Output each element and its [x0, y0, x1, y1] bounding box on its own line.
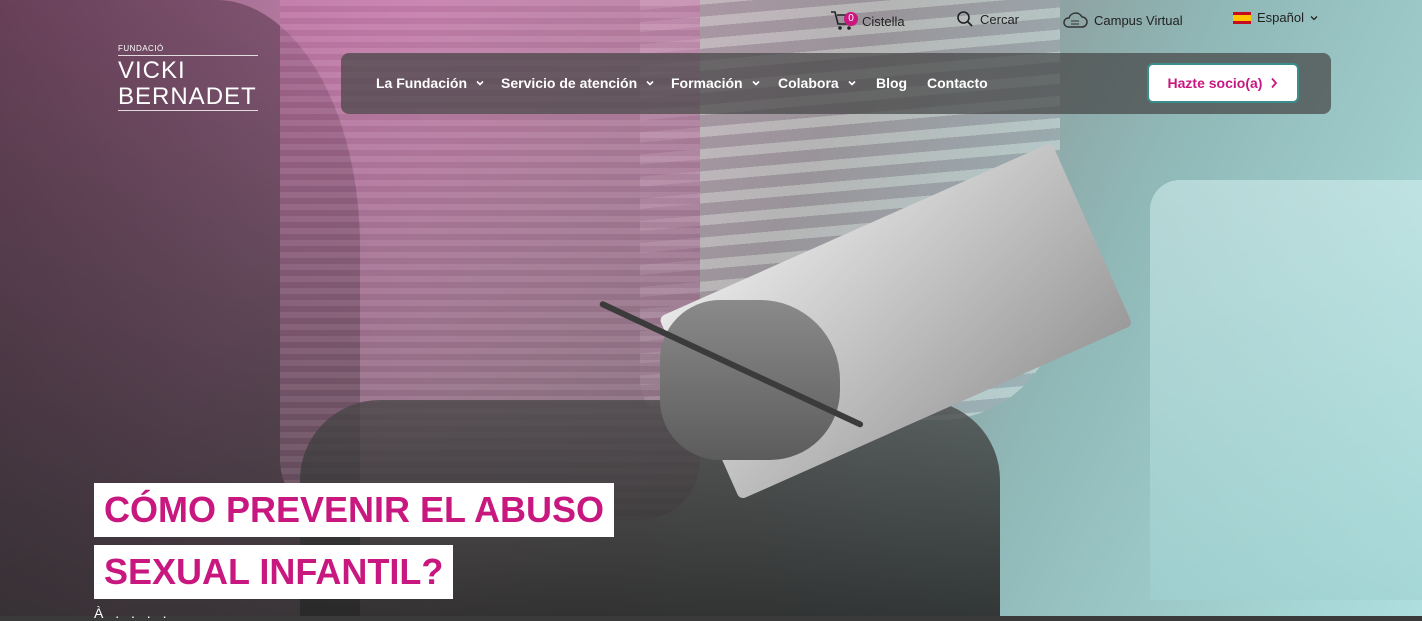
logo-small-text: FUNDACIÓ [118, 44, 164, 53]
hero-headline-line2: SEXUAL INFANTIL? [94, 545, 454, 599]
chevron-down-icon [646, 80, 654, 86]
site-logo[interactable]: FUNDACIÓ VICKI BERNADET [118, 44, 258, 111]
search-link[interactable]: Cercar [956, 10, 1019, 28]
utility-bar: 0 Cistella Cercar Campus Virtual Español [0, 10, 1422, 32]
hero-subtext-peek: À . . . . [94, 605, 171, 621]
search-icon [957, 11, 973, 27]
chevron-right-icon [1271, 77, 1278, 89]
chevron-down-icon [752, 80, 760, 86]
logo-line1: VICKI [118, 55, 258, 84]
photo-papers-right [1150, 180, 1422, 600]
nav-item-label: La Fundación [376, 75, 467, 91]
language-selector[interactable]: Español [1233, 10, 1318, 25]
main-nav: La Fundación Servicio de atención Formac… [341, 53, 1331, 114]
nav-item-label: Blog [876, 75, 908, 91]
campus-virtual-link[interactable]: Campus Virtual [1062, 10, 1183, 30]
hazte-socio-button[interactable]: Hazte socio(a) [1147, 63, 1299, 103]
nav-item-formacion[interactable]: Formación [671, 75, 761, 91]
cart-icon: 0 [830, 10, 858, 32]
cloud-icon [1063, 12, 1088, 28]
nav-item-label: Contacto [927, 75, 988, 91]
cart-label: Cistella [862, 13, 905, 29]
photo-hand [660, 300, 840, 460]
nav-item-label: Formación [671, 75, 743, 91]
nav-item-label: Servicio de atención [501, 75, 638, 91]
nav-item-servicio-de-atencion[interactable]: Servicio de atención [501, 75, 655, 91]
cta-label: Hazte socio(a) [1167, 75, 1263, 91]
chevron-down-icon [476, 80, 484, 86]
search-label: Cercar [980, 11, 1020, 27]
nav-item-colabora[interactable]: Colabora [778, 75, 857, 91]
chevron-down-icon [1310, 15, 1318, 20]
nav-item-contacto[interactable]: Contacto [927, 75, 988, 91]
chevron-down-icon [848, 80, 856, 86]
spain-flag-icon [1233, 11, 1251, 24]
hero-headline-line1: CÓMO PREVENIR EL ABUSO [94, 483, 615, 537]
nav-item-label: Colabora [778, 75, 839, 91]
nav-item-blog[interactable]: Blog [876, 75, 907, 91]
logo-line2: BERNADET [118, 83, 258, 111]
cart-link[interactable]: 0 Cistella [830, 10, 905, 32]
cart-count-badge: 0 [844, 12, 858, 26]
campus-virtual-label: Campus Virtual [1094, 12, 1183, 28]
nav-item-la-fundacion[interactable]: La Fundación [376, 75, 485, 91]
language-label: Español [1257, 10, 1304, 25]
